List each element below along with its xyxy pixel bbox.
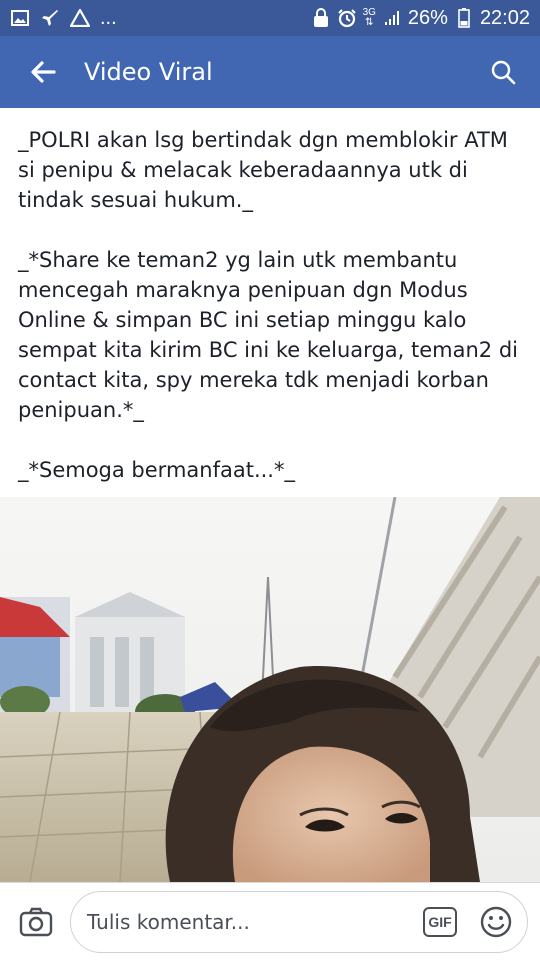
battery-icon — [454, 8, 474, 28]
status-bar: ... 3G ⇅ 26% 22:02 — [0, 0, 540, 36]
emoji-button[interactable] — [479, 905, 513, 939]
comment-placeholder: Tulis komentar... — [87, 909, 250, 934]
selfie-photo — [0, 497, 540, 882]
airplane-notification-icon — [40, 8, 60, 28]
network-arrows: ⇅ — [365, 17, 374, 28]
post-photo[interactable] — [0, 497, 540, 882]
post-paragraph: _POLRI akan lsg bertindak dgn memblokir … — [18, 128, 508, 212]
signal-icon — [382, 8, 402, 28]
app-bar: Video Viral — [0, 36, 540, 108]
status-overflow: ... — [100, 6, 117, 29]
alarm-clock-icon — [337, 8, 357, 28]
arrow-left-icon — [31, 61, 56, 83]
network-type: 3G ⇅ — [363, 8, 376, 28]
post-paragraph: _*Share ke teman2 yg lain utk membantu m… — [18, 248, 518, 422]
alarm-lock-icon — [311, 8, 331, 28]
camera-icon — [19, 907, 53, 936]
status-right: 3G ⇅ 26% 22:02 — [311, 7, 530, 30]
warning-icon — [70, 8, 90, 28]
camera-button[interactable] — [18, 904, 54, 940]
back-button[interactable] — [28, 57, 58, 87]
status-time: 22:02 — [479, 6, 530, 29]
gif-button[interactable]: GIF — [423, 906, 457, 937]
search-icon — [491, 60, 516, 85]
gallery-icon — [10, 8, 30, 28]
post-text: _POLRI akan lsg bertindak dgn memblokir … — [18, 108, 528, 515]
comment-bar: Tulis komentar... GIF — [0, 882, 540, 960]
search-button[interactable] — [488, 57, 518, 87]
comment-input[interactable]: Tulis komentar... GIF — [70, 890, 528, 953]
smiley-icon — [480, 906, 512, 937]
post-paragraph: _*Semoga bermanfaat...*_ — [18, 458, 295, 482]
page-title: Video Viral — [84, 58, 213, 86]
status-left: ... — [10, 7, 117, 30]
battery-percent: 26% — [407, 6, 448, 29]
